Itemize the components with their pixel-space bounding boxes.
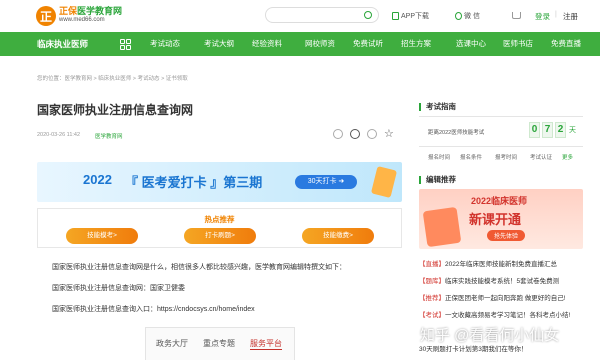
nav-item[interactable]: 考试动态 [150,32,180,56]
logo-url: www.med66.com [59,17,105,23]
logo-brand: 正保 [59,6,78,16]
divider [419,146,583,147]
login-link[interactable]: 登录 [535,11,550,22]
logo-mark: 正 [36,6,56,26]
image-tab: 重点专题 [203,339,235,348]
site-logo[interactable]: 正 正保医学教育网 www.med66.com [36,5,122,27]
skill-pay-button[interactable]: 技能缴费> [302,228,374,244]
divider: | [555,11,557,18]
wechat-icon [455,12,462,20]
skill-mock-button[interactable]: 技能模考> [66,228,138,244]
nav-item[interactable]: 招生方案 [401,32,431,56]
nav-item[interactable]: 免费直播 [551,32,581,56]
checkin-banner[interactable]: 2022 『 医考爱打卡 』第三期 30天打卡 ➜ [37,162,402,202]
countdown-label: 距离2022医师技能考试 [428,130,485,136]
watermark-text: 知乎 @看看何小仙女 [420,327,560,344]
breadcrumb[interactable]: 您的位置：医学教育网 > 临床执业医师 > 考试动态 > 证书领取 [37,74,188,82]
article-tools: ☆ [333,129,394,140]
news-item[interactable]: 【题库】临床实践技能模考系统！5套试卷免费测 [419,275,559,285]
promo-top: 2022临床医师 [471,196,528,206]
person-icon[interactable] [333,129,343,139]
register-link[interactable]: 注册 [563,11,578,22]
phone-icon [392,12,399,20]
article-paragraph: 国家医师执业注册信息查询网是什么，相信很多人都比较感兴趣，医学教育网编辑特撰文如… [52,264,346,271]
main-nav: 临床执业医师 考试动态 考试大纲 经验资料 网校师资 免费试听 招生方案 选课中… [0,32,600,56]
article-date: 2020-03-26 11:42 [37,132,81,138]
hot-recommend: 热点推荐 技能模考> 打卡刷题> 技能缴费> [37,208,402,248]
logo-name: 医学教育网 [77,6,123,16]
nav-item[interactable]: 免费试听 [353,32,383,56]
nav-home[interactable]: 临床执业医师 [37,32,88,56]
article-source[interactable]: 医学教育网 [95,132,123,140]
exam-guide-heading: 考试指南 [419,103,456,111]
hot-title: 热点推荐 [204,215,235,224]
wechat-link[interactable]: 微 信 [455,11,480,21]
countdown-digit: 7 [542,122,553,138]
guide-link[interactable]: 考试认证 [530,153,552,161]
news-item[interactable]: 【考试】一文收藏高频易考学习笔记！各科考点小结! [419,309,570,319]
page-title: 国家医师执业注册信息查询网 [37,103,194,117]
nav-item[interactable]: 经验资料 [252,32,282,56]
guide-link[interactable]: 报名条件 [460,153,482,161]
article-paragraph: 国家医师执业注册信息查询网：国家卫健委 [52,285,185,292]
article-paragraph: 国家医师执业注册信息查询入口：https://cndocsys.cn/home/… [52,306,255,313]
promo-button[interactable]: 抢先体验 [487,230,526,241]
zoom-in-icon[interactable] [350,129,360,139]
more-link[interactable]: 更多 [562,153,573,161]
mascot-icon [422,206,462,248]
recommend-heading: 编辑推荐 [419,176,456,184]
cart-icon [512,12,521,19]
news-item[interactable]: 【直播】2022年临床医师技能新制免费直播汇总 [419,258,557,268]
checkin-button[interactable]: 打卡刷题> [184,228,256,244]
countdown-digit: 2 [555,122,566,138]
cart-button[interactable] [512,12,521,19]
countdown-digit: 0 [529,122,540,138]
course-promo-banner[interactable]: 2022临床医师 新课开通 抢先体验 [419,189,583,249]
guide-link[interactable]: 报名时间 [428,153,450,161]
countdown-unit: 天 [569,127,576,134]
banner-title: 『 医考爱打卡 』第三期 [125,175,263,190]
image-tab-active: 服务平台 [250,339,282,350]
search-icon[interactable] [364,11,372,19]
nav-item[interactable]: 选课中心 [456,32,486,56]
guide-link[interactable]: 报考时间 [495,153,517,161]
top-bar: 正 正保医学教育网 www.med66.com APP下载 微 信 登录 | 注… [0,0,600,32]
app-download-link[interactable]: APP下载 [392,11,429,21]
news-item[interactable]: 【推荐】正保医团老师一起向阳奔跑 做更好的自己! [419,292,566,302]
nav-item[interactable]: 网校师资 [305,32,335,56]
article-image: 政务大厅 重点专题 服务平台 [145,327,295,360]
search-input[interactable] [265,7,379,23]
grid-menu-icon[interactable] [120,39,131,50]
nav-item[interactable]: 考试大纲 [204,32,234,56]
zoom-out-icon[interactable] [367,129,377,139]
calendar-icon [370,165,398,199]
banner-button[interactable]: 30天打卡 ➜ [295,175,357,189]
divider [419,116,583,117]
banner-year: 2022 [83,172,112,187]
promo-main: 新课开通 [469,212,522,227]
nav-item[interactable]: 医师书店 [503,32,533,56]
image-tab: 政务大厅 [156,339,188,348]
star-icon[interactable]: ☆ [384,129,394,140]
